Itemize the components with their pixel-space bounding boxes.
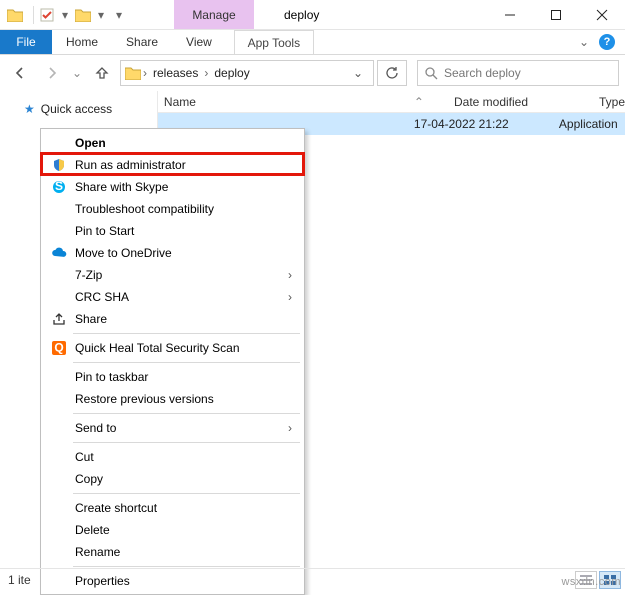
menu-restore-previous-versions[interactable]: Restore previous versions <box>43 388 302 410</box>
file-tab[interactable]: File <box>0 30 52 54</box>
breadcrumb-releases[interactable]: releases <box>149 66 202 80</box>
menu-create-shortcut[interactable]: Create shortcut <box>43 497 302 519</box>
breadcrumb-deploy[interactable]: deploy <box>210 66 253 80</box>
search-placeholder: Search deploy <box>444 66 521 80</box>
sidebar-quick-access[interactable]: ★ Quick access <box>0 99 157 119</box>
properties-qat-icon[interactable] <box>36 4 58 26</box>
menu-send-to[interactable]: Send to› <box>43 417 302 439</box>
status-bar: 1 ite <box>0 568 625 590</box>
menu-pin-to-taskbar[interactable]: Pin to taskbar <box>43 366 302 388</box>
cell-type: Application <box>559 117 618 131</box>
tab-view[interactable]: View <box>172 30 226 54</box>
submenu-arrow-icon: › <box>288 290 292 304</box>
menu-separator <box>73 566 300 567</box>
ribbon-tabs: File Home Share View App Tools ⌄ ? <box>0 30 625 55</box>
search-icon <box>424 66 438 80</box>
menu-copy[interactable]: Copy <box>43 468 302 490</box>
onedrive-icon <box>49 242 69 264</box>
menu-cut[interactable]: Cut <box>43 446 302 468</box>
menu-share-with-skype[interactable]: S Share with Skype <box>43 176 302 198</box>
up-button[interactable] <box>88 59 116 87</box>
chevron-right-icon[interactable]: › <box>143 66 147 80</box>
column-date[interactable]: Date modified <box>454 95 599 109</box>
skype-icon: S <box>49 176 69 198</box>
recent-locations-button[interactable]: ⌄ <box>70 59 84 87</box>
star-icon: ★ <box>24 102 35 116</box>
ribbon-context-label: Manage <box>174 0 254 29</box>
address-bar[interactable]: › releases › deploy ⌄ <box>120 60 374 86</box>
close-button[interactable] <box>579 0 625 29</box>
qat-overflow-icon[interactable]: ▾ <box>108 4 130 26</box>
back-button[interactable] <box>6 59 34 87</box>
qat-separator <box>28 6 34 24</box>
menu-quickheal-scan[interactable]: Q Quick Heal Total Security Scan <box>43 337 302 359</box>
forward-button[interactable] <box>38 59 66 87</box>
status-item-count: 1 ite <box>8 573 31 587</box>
window-controls <box>487 0 625 29</box>
folder-icon[interactable] <box>4 4 26 26</box>
folder-icon <box>125 66 141 80</box>
sort-indicator-icon: ⌃ <box>414 95 424 109</box>
svg-text:S: S <box>55 180 63 193</box>
chevron-down-icon[interactable]: ▾ <box>60 4 70 26</box>
menu-run-as-administrator[interactable]: Run as administrator <box>43 154 302 176</box>
menu-separator <box>73 493 300 494</box>
search-box[interactable]: Search deploy <box>417 60 619 86</box>
menu-open[interactable]: Open <box>43 132 302 154</box>
tab-share[interactable]: Share <box>112 30 172 54</box>
svg-text:Q: Q <box>54 341 63 355</box>
menu-separator <box>73 362 300 363</box>
menu-separator <box>73 442 300 443</box>
maximize-button[interactable] <box>533 0 579 29</box>
context-menu: Open Run as administrator S Share with S… <box>40 128 305 595</box>
quick-access-toolbar: ▾ ▾ ▾ <box>0 0 134 29</box>
menu-rename[interactable]: Rename <box>43 541 302 563</box>
tab-home[interactable]: Home <box>52 30 112 54</box>
menu-separator <box>73 413 300 414</box>
column-headers[interactable]: Name ⌃ Date modified Type <box>158 91 625 113</box>
nav-bar: ⌄ › releases › deploy ⌄ Search deploy <box>0 55 625 91</box>
share-icon <box>49 308 69 330</box>
column-name[interactable]: Name <box>164 95 414 109</box>
title-bar: ▾ ▾ ▾ Manage deploy <box>0 0 625 30</box>
quickheal-icon: Q <box>49 337 69 359</box>
help-button[interactable]: ? <box>599 34 615 50</box>
submenu-arrow-icon: › <box>288 421 292 435</box>
sidebar-label: Quick access <box>41 102 112 116</box>
menu-separator <box>73 333 300 334</box>
cell-date: 17-04-2022 21:22 <box>414 117 559 131</box>
window-title: deploy <box>254 0 337 29</box>
menu-delete[interactable]: Delete <box>43 519 302 541</box>
folder-icon[interactable] <box>72 4 94 26</box>
menu-pin-to-start[interactable]: Pin to Start <box>43 220 302 242</box>
refresh-button[interactable] <box>377 60 407 86</box>
menu-crc-sha[interactable]: CRC SHA› <box>43 286 302 308</box>
shield-icon <box>49 154 69 176</box>
menu-7zip[interactable]: 7-Zip› <box>43 264 302 286</box>
minimize-button[interactable] <box>487 0 533 29</box>
column-type[interactable]: Type <box>599 95 625 109</box>
chevron-right-icon[interactable]: › <box>204 66 208 80</box>
address-history-button[interactable]: ⌄ <box>347 66 369 80</box>
expand-ribbon-icon[interactable]: ⌄ <box>579 35 589 49</box>
tab-app-tools[interactable]: App Tools <box>234 30 314 54</box>
menu-move-to-onedrive[interactable]: Move to OneDrive <box>43 242 302 264</box>
chevron-down-icon[interactable]: ▾ <box>96 4 106 26</box>
submenu-arrow-icon: › <box>288 268 292 282</box>
menu-share[interactable]: Share <box>43 308 302 330</box>
menu-troubleshoot-compatibility[interactable]: Troubleshoot compatibility <box>43 198 302 220</box>
view-details-button[interactable] <box>575 571 597 589</box>
view-large-icons-button[interactable] <box>599 571 621 589</box>
